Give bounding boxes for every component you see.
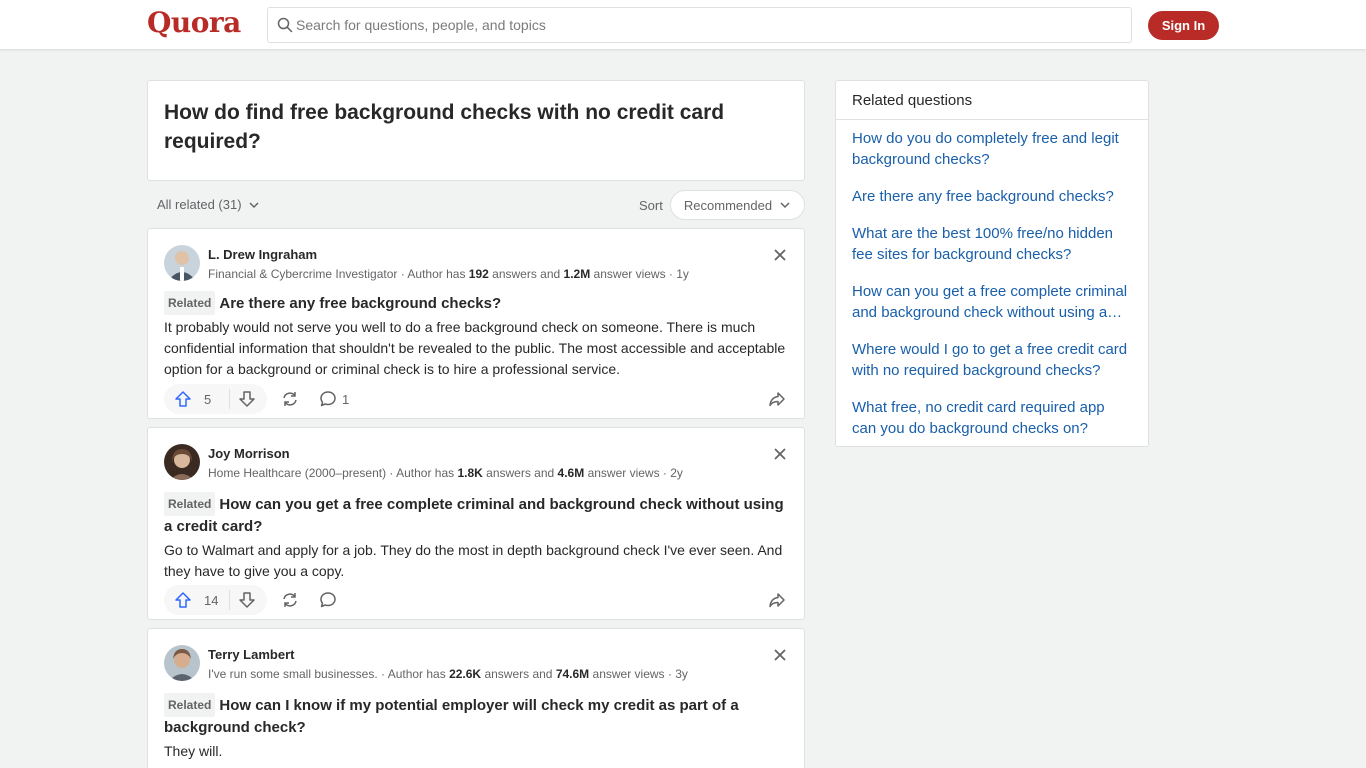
author-name[interactable]: Terry Lambert	[208, 647, 294, 662]
avatar[interactable]	[164, 444, 200, 480]
vote-group: 5	[164, 384, 267, 414]
close-icon[interactable]	[772, 247, 788, 263]
all-related-dropdown[interactable]: All related (31)	[157, 197, 260, 212]
answer-actions: 14	[164, 585, 790, 615]
answer-body[interactable]: It probably would not serve you well to …	[164, 317, 790, 380]
answer-actions: 5 1	[164, 384, 790, 414]
vote-divider	[229, 590, 230, 610]
sort-value: Recommended	[683, 197, 773, 213]
reshare-icon[interactable]	[281, 390, 299, 408]
sign-in-button[interactable]: Sign In	[1148, 11, 1219, 40]
question-box: How do find free background checks with …	[147, 80, 805, 181]
upvote-icon[interactable]	[174, 591, 192, 609]
answer-body[interactable]: Go to Walmart and apply for a job. They …	[164, 540, 790, 582]
avatar[interactable]	[164, 645, 200, 681]
vote-divider	[229, 389, 230, 409]
author-credential: Home Healthcare (2000–present) · Author …	[208, 466, 683, 480]
author-credential: Financial & Cybercrime Investigator · Au…	[208, 267, 689, 281]
related-tag: Related	[164, 492, 216, 516]
quora-logo[interactable]: Quora	[147, 6, 241, 39]
related-question-link[interactable]: How do you do completely free and legit …	[852, 128, 1132, 170]
related-question-title[interactable]: Related Are there any free background che…	[164, 291, 790, 315]
search-icon	[277, 17, 293, 33]
answer-body[interactable]: They will.	[164, 741, 790, 762]
downvote-icon[interactable]	[238, 390, 256, 408]
avatar[interactable]	[164, 245, 200, 281]
related-tag: Related	[164, 291, 216, 315]
related-question-link[interactable]: What free, no credit card required app c…	[852, 397, 1132, 439]
related-question-link[interactable]: Where would I go to get a free credit ca…	[852, 339, 1132, 381]
related-questions-heading: Related questions	[836, 81, 1148, 120]
close-icon[interactable]	[772, 446, 788, 462]
top-bar: Quora Sign In	[0, 0, 1366, 50]
chevron-down-icon	[249, 201, 259, 208]
related-questions-panel: Related questions How do you do complete…	[835, 80, 1149, 447]
answer-card: Joy Morrison Home Healthcare (2000–prese…	[147, 427, 805, 620]
share-icon[interactable]	[768, 390, 786, 408]
question-title: How do find free background checks with …	[164, 101, 725, 153]
related-question-title[interactable]: Related How can I know if my potential em…	[164, 693, 790, 739]
author-name[interactable]: L. Drew Ingraham	[208, 247, 317, 262]
vote-group: 14	[164, 585, 267, 615]
related-question-link[interactable]: Are there any free background checks?	[852, 186, 1132, 207]
all-related-label: All related (31)	[157, 197, 242, 212]
answer-card: L. Drew Ingraham Financial & Cybercrime …	[147, 228, 805, 419]
sort-label: Sort	[639, 198, 663, 213]
answer-card: Terry Lambert I've run some small busine…	[147, 628, 805, 768]
related-tag: Related	[164, 693, 216, 717]
upvote-count: 5	[204, 392, 212, 407]
related-question-title[interactable]: Related How can you get a free complete c…	[164, 492, 790, 538]
close-icon[interactable]	[772, 647, 788, 663]
author-name[interactable]: Joy Morrison	[208, 446, 290, 461]
upvote-icon[interactable]	[174, 390, 192, 408]
filter-bar: All related (31) Sort Recommended	[147, 190, 805, 220]
chevron-down-icon	[780, 202, 790, 209]
upvote-count: 14	[204, 593, 219, 608]
comment-icon[interactable]	[319, 390, 337, 408]
related-question-link[interactable]: How can you get a free complete criminal…	[852, 281, 1132, 323]
search-box[interactable]	[267, 7, 1132, 43]
search-input[interactable]	[296, 8, 1116, 42]
share-icon[interactable]	[768, 591, 786, 609]
author-credential: I've run some small businesses. · Author…	[208, 667, 688, 681]
sort-dropdown[interactable]: Recommended	[670, 190, 805, 220]
reshare-icon[interactable]	[281, 591, 299, 609]
related-questions-list: How do you do completely free and legit …	[836, 120, 1148, 439]
comment-count: 1	[342, 392, 350, 407]
comment-icon[interactable]	[319, 591, 337, 609]
downvote-icon[interactable]	[238, 591, 256, 609]
related-question-link[interactable]: What are the best 100% free/no hidden fe…	[852, 223, 1132, 265]
